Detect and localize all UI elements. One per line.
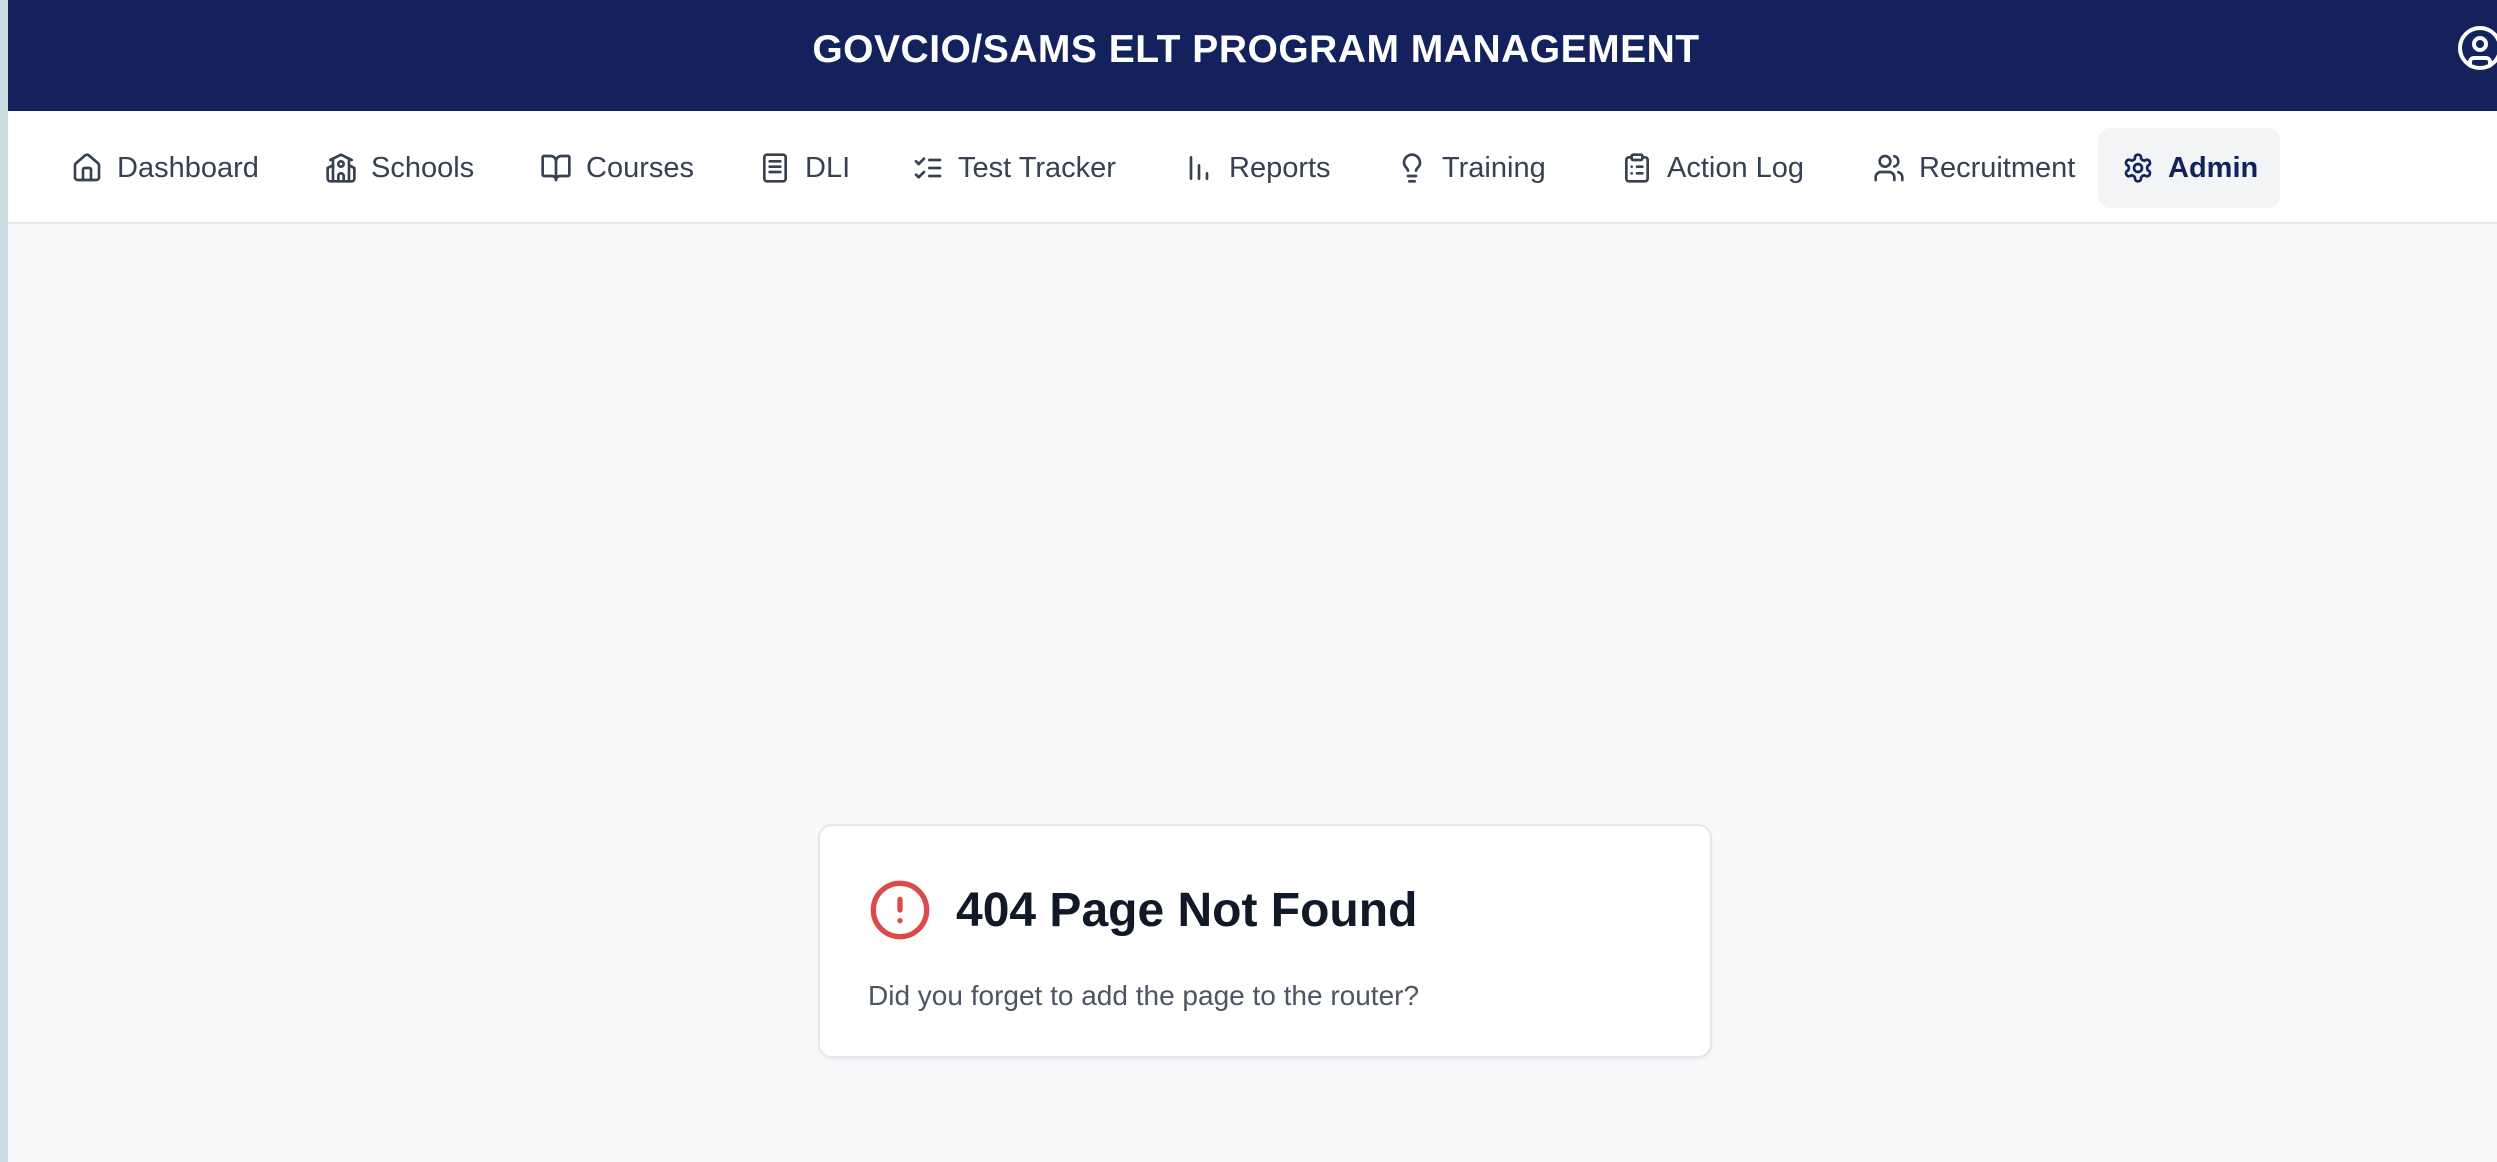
nav-item-label: Action Log <box>1667 151 1805 184</box>
clipboard-list-icon <box>1625 153 1649 183</box>
app-title: GOVCIO/SAMS ELT PROGRAM MANAGEMENT <box>812 28 1700 71</box>
nav-item-label: Reports <box>1229 151 1331 184</box>
nav-item-training[interactable]: Training <box>1372 128 1570 208</box>
page-title: 404 Page Not Found <box>956 883 1418 937</box>
list-checks-icon <box>914 157 942 179</box>
nav-item-courses[interactable]: Courses <box>516 128 718 208</box>
nav-item-schools[interactable]: Schools <box>301 128 498 208</box>
nav-item-dli[interactable]: DLI <box>735 128 874 208</box>
nav-item-label: Recruitment <box>1919 151 2076 184</box>
nav-item-label: Courses <box>586 151 694 184</box>
app-window: GOVCIO/SAMS ELT PROGRAM MANAGEMENT Dashb… <box>8 0 2497 1162</box>
nav-item-label: Admin <box>2168 151 2259 184</box>
alert-circle-icon <box>870 880 930 940</box>
error-message: Did you forget to add the page to the ro… <box>868 980 1420 1011</box>
home-icon <box>73 153 101 182</box>
nav-item-label: Test Tracker <box>958 151 1116 184</box>
nav-item-admin[interactable]: Admin <box>2098 128 2280 208</box>
nav-item-label: DLI <box>805 151 851 184</box>
nav-item-label: Training <box>1442 151 1546 184</box>
top-header: GOVCIO/SAMS ELT PROGRAM MANAGEMENT <box>8 0 2497 111</box>
users-icon <box>1874 154 1904 182</box>
nav-item-action-log[interactable]: Action Log <box>1597 128 1828 208</box>
nav-item-label: Schools <box>371 151 475 184</box>
nav-item-label: Dashboard <box>117 151 259 184</box>
nav-item-test-tracker[interactable]: Test Tracker <box>888 128 1140 208</box>
user-circle-icon <box>2458 26 2497 70</box>
nav-item-recruitment[interactable]: Recruitment <box>1849 128 2099 208</box>
lightbulb-icon <box>1402 153 1422 183</box>
main-nav: Dashboard Schools Courses DLI Test Track… <box>8 111 2497 224</box>
not-found-card: 404 Page Not Found Did you forget to add… <box>818 824 1712 1058</box>
nav-item-reports[interactable]: Reports <box>1159 128 1355 208</box>
nav-item-dashboard[interactable]: Dashboard <box>47 128 283 208</box>
book-icon <box>763 153 787 183</box>
school-icon <box>326 153 356 183</box>
gear-icon <box>2124 153 2152 183</box>
book-open-icon <box>541 154 571 182</box>
user-menu-button[interactable] <box>2455 23 2497 73</box>
bar-chart-icon <box>1189 156 1209 180</box>
